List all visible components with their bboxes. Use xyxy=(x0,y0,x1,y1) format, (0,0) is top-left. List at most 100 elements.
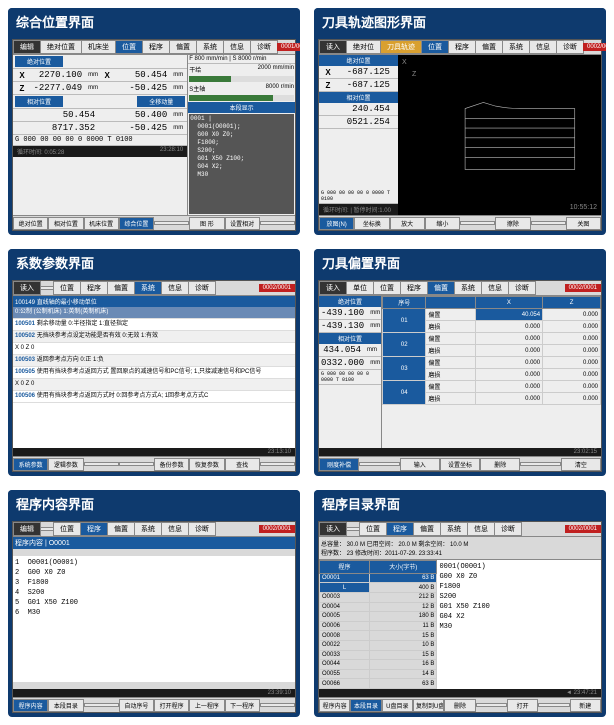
tab[interactable]: 程序 xyxy=(400,281,428,295)
fbtn[interactable]: 刚度补偿 xyxy=(319,458,359,471)
tab[interactable]: 信息 xyxy=(223,40,251,54)
fbtn[interactable]: 查找 xyxy=(225,458,260,471)
fbtn[interactable]: 恢复参数 xyxy=(189,458,224,471)
tab[interactable]: 读入 xyxy=(13,281,41,295)
fbtn[interactable]: 本段目录 xyxy=(48,699,83,712)
fbtn[interactable]: 设置坐标 xyxy=(440,458,480,471)
fbtn[interactable]: 坐标换 xyxy=(354,217,389,230)
fbtn[interactable]: 删除 xyxy=(480,458,520,471)
fbtn[interactable]: 上一程序 xyxy=(189,699,224,712)
fbtn[interactable]: U盘目录 xyxy=(382,699,413,712)
tab-bar: 编辑 绝对位置 机床坐 位置 程序 偏置 系统 信息 诊断 0001/0001 xyxy=(13,40,295,55)
fbtn[interactable]: 打开程序 xyxy=(154,699,189,712)
tab[interactable]: 系统 xyxy=(440,522,468,536)
tab[interactable]: 程序 xyxy=(386,522,414,536)
tab[interactable]: 诊断 xyxy=(250,40,278,54)
tab[interactable]: 信息 xyxy=(481,281,509,295)
panel-title: 综合位置界面 xyxy=(8,8,300,35)
param-list[interactable]: 100149 直线轴的最小移动单位 0:公制 (公制机床) 1:英制(英制机床)… xyxy=(13,296,295,448)
fbtn[interactable]: 下一程序 xyxy=(225,699,260,712)
fbtn[interactable]: 输入 xyxy=(400,458,440,471)
tab[interactable]: 程序 xyxy=(142,40,170,54)
tab[interactable]: 位置 xyxy=(53,522,81,536)
tab[interactable]: 系统 xyxy=(502,40,530,54)
status-badge: 0002/0001 xyxy=(565,284,601,292)
tab[interactable]: 机床坐 xyxy=(81,40,116,54)
fbtn[interactable]: 相对位置 xyxy=(48,217,83,230)
tab[interactable]: 读入 xyxy=(319,281,347,295)
panel-title: 程序目录界面 xyxy=(314,490,606,517)
tab[interactable]: 系统 xyxy=(196,40,224,54)
fbtn[interactable]: 放大 xyxy=(390,217,425,230)
tab[interactable]: 信息 xyxy=(529,40,557,54)
tab[interactable]: 诊断 xyxy=(494,522,522,536)
tab[interactable]: 位置 xyxy=(115,40,143,54)
tab[interactable]: 位置 xyxy=(53,281,81,295)
tab[interactable]: 偏置 xyxy=(427,281,455,295)
tab[interactable]: 程序 xyxy=(80,281,108,295)
tab[interactable]: 诊断 xyxy=(556,40,584,54)
fbtn[interactable]: 关图 xyxy=(566,217,601,230)
tab[interactable]: 程序 xyxy=(80,522,108,536)
fbtn[interactable]: 自动序号 xyxy=(119,699,154,712)
fbtn[interactable]: 复制到U盘 xyxy=(413,699,444,712)
code-editor[interactable]: 1 O0001(O0001) 2 G00 X0 Z0 3 F1800 4 S20… xyxy=(13,556,295,682)
fbtn[interactable]: 放图(N) xyxy=(319,217,354,230)
tab[interactable]: 绝对位置 xyxy=(40,40,82,54)
panel-position: 综合位置界面 编辑 绝对位置 机床坐 位置 程序 偏置 系统 信息 诊断 000… xyxy=(8,8,300,235)
fbtn[interactable]: 机床位置 xyxy=(84,217,119,230)
tab[interactable]: 位置 xyxy=(359,522,387,536)
fbtn[interactable]: 新建 xyxy=(570,699,601,712)
tab[interactable]: 偏置 xyxy=(107,281,135,295)
fbtn[interactable]: 缩小 xyxy=(425,217,460,230)
tab[interactable]: 信息 xyxy=(467,522,495,536)
tab[interactable]: 系统 xyxy=(134,281,162,295)
fbtn[interactable]: 清空 xyxy=(561,458,601,471)
file-preview: 0001(O0001) G00 X0 Z0 F1800 S200 G01 X50… xyxy=(437,560,601,689)
file-table[interactable]: 程序大小(字节) O000163 B L400 B O0003212 B O00… xyxy=(319,560,437,689)
tab[interactable]: 绝对位 xyxy=(346,40,381,54)
tab[interactable]: 程序 xyxy=(448,40,476,54)
panel-title: 刀具偏置界面 xyxy=(314,249,606,276)
fbtn[interactable]: 擦除 xyxy=(495,217,530,230)
tab[interactable]: 编辑 xyxy=(13,522,41,536)
panel-title: 程序内容界面 xyxy=(8,490,300,517)
fbtn[interactable]: 删除 xyxy=(444,699,475,712)
toolpath-canvas[interactable]: X Z 10:55:12 xyxy=(398,55,601,215)
fbtn[interactable]: 逻辑参数 xyxy=(48,458,83,471)
g-codes: G 000 00 00 00 0 0000 T 0100 xyxy=(13,135,187,146)
fbtn[interactable]: 本段目录 xyxy=(350,699,381,712)
tab[interactable]: 信息 xyxy=(161,281,189,295)
tab[interactable]: 刀具轨迹 xyxy=(380,40,422,54)
tab[interactable]: 系统 xyxy=(454,281,482,295)
fbtn[interactable]: 综合位置 xyxy=(119,217,154,230)
abs-label: 绝对位置 xyxy=(15,56,63,67)
tab[interactable]: 系统 xyxy=(134,522,162,536)
tab[interactable]: 位置 xyxy=(421,40,449,54)
tab[interactable]: 诊断 xyxy=(188,522,216,536)
tab[interactable]: 诊断 xyxy=(188,281,216,295)
fbtn[interactable]: 备份参数 xyxy=(154,458,189,471)
footer-bar: 绝对位置 相对位置 机床位置 综合位置 图 形 设置相对 xyxy=(13,215,295,230)
fbtn[interactable]: 绝对位置 xyxy=(13,217,48,230)
tab-edit[interactable]: 编辑 xyxy=(13,40,41,54)
tab[interactable]: 偏置 xyxy=(413,522,441,536)
fbtn[interactable]: 打开 xyxy=(507,699,538,712)
tab[interactable]: 诊断 xyxy=(508,281,536,295)
tab[interactable]: 读入 xyxy=(319,40,347,54)
status-badge: 0002/0001 xyxy=(583,43,606,51)
fbtn[interactable]: 设置相对 xyxy=(225,217,260,230)
tab[interactable]: 偏置 xyxy=(475,40,503,54)
fbtn[interactable]: 系统参数 xyxy=(13,458,48,471)
tab[interactable]: 偏置 xyxy=(169,40,197,54)
fbtn[interactable]: 图 形 xyxy=(189,217,224,230)
tab[interactable]: 信息 xyxy=(161,522,189,536)
tab[interactable]: 读入 xyxy=(319,522,347,536)
fbtn[interactable]: 程序内容 xyxy=(319,699,350,712)
tab[interactable]: 偏置 xyxy=(107,522,135,536)
fbtn[interactable]: 程序内容 xyxy=(13,699,48,712)
panel-program: 程序内容界面 编辑 位置 程序 偏置 系统 信息 诊断 0002/0001 程序… xyxy=(8,490,300,717)
tab[interactable]: 位置 xyxy=(373,281,401,295)
tab[interactable]: 单位 xyxy=(346,281,374,295)
offset-table[interactable]: 序号XZ 01偏置40.0540.000 磨损0.0000.000 02偏置0.… xyxy=(382,296,601,405)
